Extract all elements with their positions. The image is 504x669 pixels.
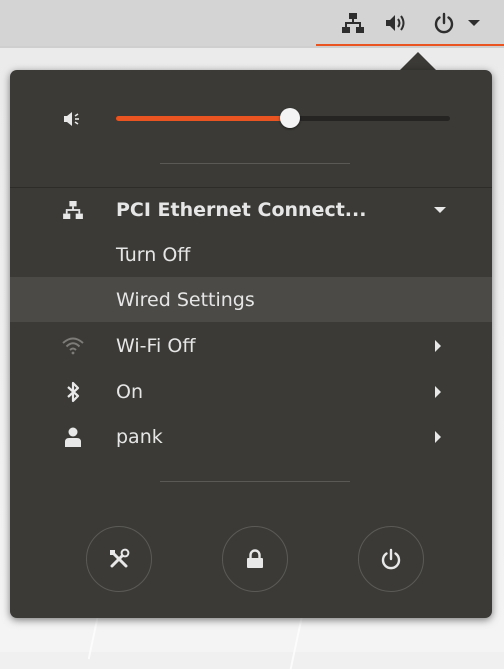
lock-icon [246, 549, 264, 569]
speaker-low-icon [62, 108, 84, 130]
menu-item-user[interactable]: pank [10, 415, 492, 459]
volume-row [10, 94, 492, 144]
menu-pointer [398, 52, 438, 72]
volume-slider-handle[interactable] [279, 108, 300, 128]
settings-button[interactable] [86, 526, 152, 592]
system-menu: PCI Ethernet Connect... Turn Off Wired S… [10, 70, 492, 618]
menu-item-label: Wired Settings [116, 288, 255, 311]
network-wired-icon[interactable] [341, 13, 365, 33]
chevron-right-icon [432, 385, 444, 399]
system-tray[interactable] [314, 0, 504, 46]
volume-icon[interactable] [384, 13, 408, 33]
top-bar [0, 0, 504, 46]
settings-icon [108, 548, 130, 570]
network-connection-title: PCI Ethernet Connect... [116, 199, 367, 221]
chevron-down-icon[interactable] [462, 13, 486, 33]
lock-button[interactable] [222, 526, 288, 592]
volume-slider[interactable] [116, 108, 450, 128]
menu-item-wifi[interactable]: Wi-Fi Off [10, 324, 492, 368]
active-indicator [316, 44, 504, 46]
power-icon[interactable] [432, 12, 456, 34]
volume-slider-fill [116, 116, 290, 121]
user-icon [62, 426, 84, 448]
menu-item-label: pank [116, 426, 163, 448]
menu-item-turn-off[interactable]: Turn Off [10, 233, 492, 277]
power-icon [380, 548, 402, 570]
power-off-button[interactable] [358, 526, 424, 592]
network-wired-icon [62, 199, 84, 221]
network-menu-header[interactable]: PCI Ethernet Connect... [10, 188, 492, 232]
chevron-down-icon [434, 203, 446, 217]
menu-item-label: Turn Off [116, 244, 191, 266]
chevron-right-icon [432, 430, 444, 444]
menu-item-bluetooth[interactable]: On [10, 370, 492, 414]
separator [160, 163, 350, 164]
menu-item-wired-settings[interactable]: Wired Settings [10, 277, 492, 322]
chevron-right-icon [432, 339, 444, 353]
bluetooth-icon [62, 381, 84, 403]
separator [160, 481, 350, 482]
menu-item-label: Wi-Fi Off [116, 335, 196, 357]
wifi-icon [62, 335, 84, 357]
menu-item-label: On [116, 381, 143, 403]
